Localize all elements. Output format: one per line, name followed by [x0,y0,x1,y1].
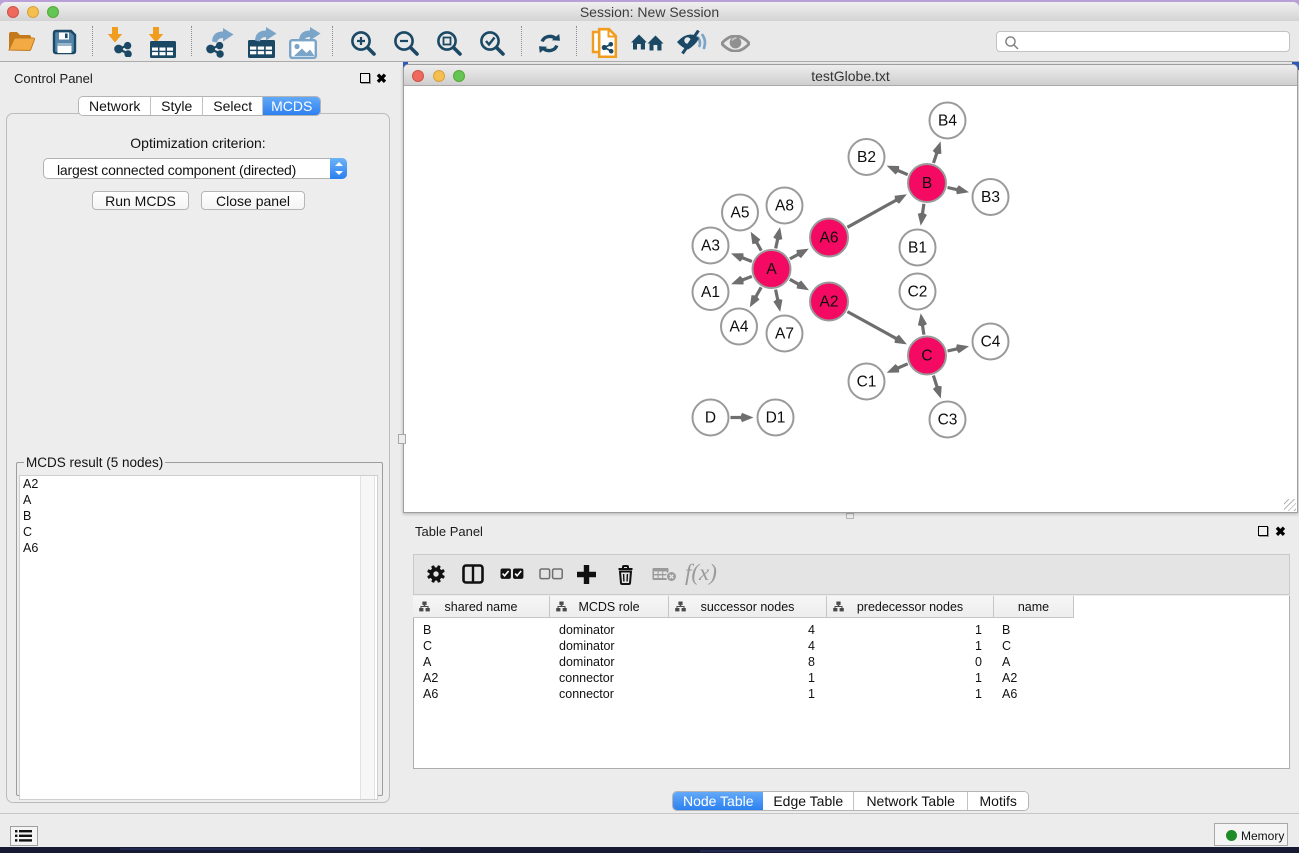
svg-text:B2: B2 [857,149,876,166]
svg-text:A7: A7 [775,326,794,343]
svg-text:A1: A1 [701,284,720,301]
svg-text:A4: A4 [730,319,749,336]
svg-text:B4: B4 [938,113,957,130]
svg-text:B3: B3 [981,189,1000,206]
svg-text:C: C [921,348,932,365]
svg-text:C2: C2 [908,284,928,301]
svg-text:D1: D1 [766,410,786,427]
svg-text:A5: A5 [731,205,750,222]
svg-text:C1: C1 [857,374,877,391]
svg-text:A6: A6 [820,230,839,247]
svg-text:A8: A8 [775,198,794,215]
svg-text:A2: A2 [820,294,839,311]
svg-text:B1: B1 [908,240,927,257]
svg-text:C4: C4 [981,334,1001,351]
svg-text:C3: C3 [938,412,958,429]
svg-text:B: B [922,175,932,192]
svg-text:D: D [705,410,716,427]
svg-text:A: A [766,261,777,278]
svg-text:A3: A3 [701,238,720,255]
